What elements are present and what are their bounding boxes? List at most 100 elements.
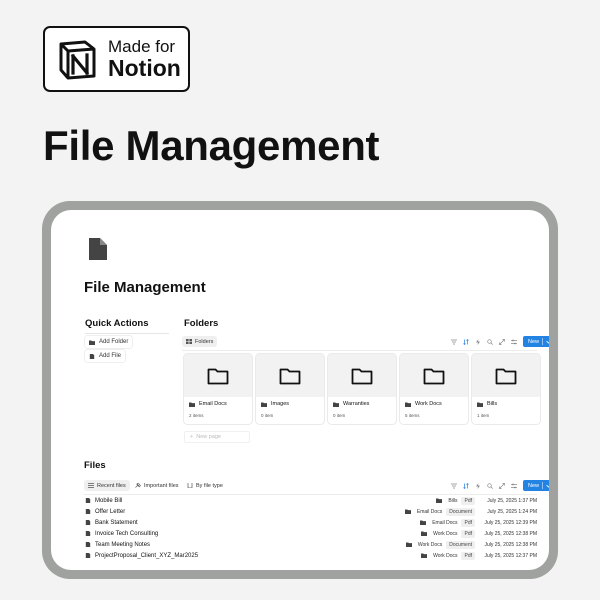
- folder-card-email-docs[interactable]: Email Docs 2 items: [184, 354, 252, 424]
- tab-folders[interactable]: Folders: [182, 336, 218, 347]
- card-thumbnail: [328, 354, 396, 397]
- notion-logo: [59, 40, 96, 80]
- file-name: Mobile Bill: [95, 497, 123, 504]
- folders-divider: [182, 350, 537, 351]
- file-icon: [85, 509, 91, 514]
- search-icon[interactable]: [487, 338, 493, 345]
- tab-by-file-type-label: By file type: [196, 482, 223, 489]
- file-type-tag: Pdf: [461, 496, 475, 505]
- folder-card-images[interactable]: Images 0 item: [256, 354, 324, 424]
- filter-icon[interactable]: [451, 483, 457, 489]
- file-date: July 25, 2025 12:39 PM: [484, 519, 537, 526]
- folder-icon: [261, 402, 267, 407]
- add-file-button[interactable]: Add File: [85, 350, 126, 362]
- table-row[interactable]: Team Meeting Notes Work Docs Document Ju…: [85, 539, 537, 550]
- folder-icon: [405, 542, 412, 547]
- plus-icon: +: [190, 434, 194, 440]
- table-row[interactable]: Bank Statement Email Docs Pdf July 25, 2…: [85, 517, 537, 528]
- expand-icon[interactable]: [499, 338, 505, 345]
- file-meta: Work Docs Document July 25, 2025 12:38 P…: [405, 540, 537, 549]
- card-name: Email Docs: [189, 401, 227, 407]
- file-meta: Work Docs Pdf July 25, 2025 12:37 PM: [421, 551, 537, 560]
- file-icon: [85, 553, 91, 558]
- sort-icon[interactable]: [463, 482, 469, 489]
- tab-recent-files[interactable]: Recent files: [84, 480, 130, 491]
- filter-icon[interactable]: [451, 339, 457, 345]
- expand-icon[interactable]: [499, 482, 505, 489]
- folder-card-work-docs[interactable]: Work Docs 5 items: [400, 354, 468, 424]
- card-name-text: Warranties: [343, 401, 370, 407]
- files-new-label: New: [528, 482, 540, 489]
- settings-icon[interactable]: [511, 483, 517, 489]
- table-row[interactable]: Offer Letter Email Docs Document July 25…: [85, 506, 537, 517]
- settings-icon[interactable]: [511, 339, 517, 345]
- lightning-icon[interactable]: [475, 338, 481, 345]
- folder-card-warranties[interactable]: Warranties 0 item: [328, 354, 396, 424]
- folder-icon: [436, 498, 443, 503]
- folder-icon: [495, 368, 517, 384]
- folder-card-bills[interactable]: Bills 1 item: [472, 354, 540, 424]
- file-icon: [85, 498, 91, 503]
- tab-by-file-type[interactable]: By file type: [183, 480, 227, 491]
- file-meta: Bills Pdf July 25, 2025 1:37 PM: [436, 496, 537, 505]
- tab-important-files[interactable]: Important files: [131, 480, 183, 491]
- card-count: 5 items: [405, 413, 420, 418]
- card-name-text: Work Docs: [415, 401, 442, 407]
- sort-icon[interactable]: [463, 338, 469, 345]
- file-meta: Email Docs Document July 25, 2025 1:24 P…: [404, 507, 537, 516]
- file-date: July 25, 2025 12:38 PM: [484, 541, 537, 548]
- table-icon: [88, 483, 94, 488]
- new-page-label: New page: [196, 434, 221, 440]
- quick-actions-divider: [85, 333, 169, 334]
- file-date: July 25, 2025 1:24 PM: [487, 508, 537, 515]
- folders-new-button[interactable]: New: [523, 336, 549, 347]
- file-icon: [85, 542, 91, 547]
- files-toolbar: New: [451, 480, 549, 491]
- file-folder: Email Docs: [432, 519, 458, 526]
- tab-recent-files-label: Recent files: [97, 482, 126, 489]
- table-row[interactable]: ProjectProposal_Client_XYZ_Mar2025 Work …: [85, 550, 537, 561]
- file-type-tag: Pdf: [461, 529, 475, 538]
- card-name: Warranties: [333, 401, 369, 407]
- file-type-tag: Pdf: [461, 551, 475, 560]
- new-page-button[interactable]: + New page: [184, 431, 250, 443]
- search-icon[interactable]: [487, 482, 493, 489]
- notion-page: File Management Quick Actions Add Folder…: [51, 210, 549, 570]
- folder-icon: [404, 509, 411, 514]
- card-count: 1 item: [477, 413, 490, 418]
- file-name: Offer Letter: [95, 508, 126, 515]
- tab-folders-label: Folders: [195, 338, 214, 345]
- made-for-notion-badge: Made for Notion: [43, 26, 190, 92]
- card-count: 0 item: [333, 413, 346, 418]
- card-name-text: Email Docs: [199, 401, 227, 407]
- page-title: File Management: [84, 279, 206, 296]
- file-date: July 25, 2025 12:38 PM: [484, 530, 537, 537]
- file-folder: Work Docs: [417, 541, 443, 548]
- add-folder-label: Add Folder: [99, 339, 129, 345]
- lightning-icon[interactable]: [475, 482, 481, 489]
- folder-icon: [351, 368, 373, 384]
- badge-line2: Notion: [108, 54, 181, 81]
- folder-icon: [423, 368, 445, 384]
- files-new-button[interactable]: New: [523, 480, 549, 491]
- file-type-tag: Document: [446, 540, 475, 549]
- chevron-down-icon[interactable]: [546, 484, 549, 488]
- tab-important-files-label: Important files: [144, 482, 179, 489]
- card-thumbnail: [472, 354, 540, 397]
- folders-new-label: New: [528, 338, 540, 345]
- badge-text: Made for Notion: [108, 38, 181, 80]
- file-date: July 25, 2025 1:37 PM: [487, 497, 537, 504]
- folder-icon: [333, 402, 339, 407]
- file-folder: Work Docs: [433, 552, 458, 559]
- file-icon: [85, 520, 91, 525]
- card-thumbnail: [184, 354, 252, 397]
- card-name: Work Docs: [405, 401, 442, 407]
- table-row[interactable]: Invoice Tech Consulting Work Docs Pdf Ju…: [85, 528, 537, 539]
- file-folder: Work Docs: [433, 530, 458, 537]
- chevron-down-icon[interactable]: [546, 340, 549, 344]
- add-folder-button[interactable]: Add Folder: [85, 336, 133, 348]
- table-row[interactable]: Mobile Bill Bills Pdf July 25, 2025 1:37…: [85, 495, 537, 506]
- file-type-tag: Document: [446, 507, 475, 516]
- badge-line1: Made for: [108, 37, 176, 56]
- file-icon: [89, 353, 95, 359]
